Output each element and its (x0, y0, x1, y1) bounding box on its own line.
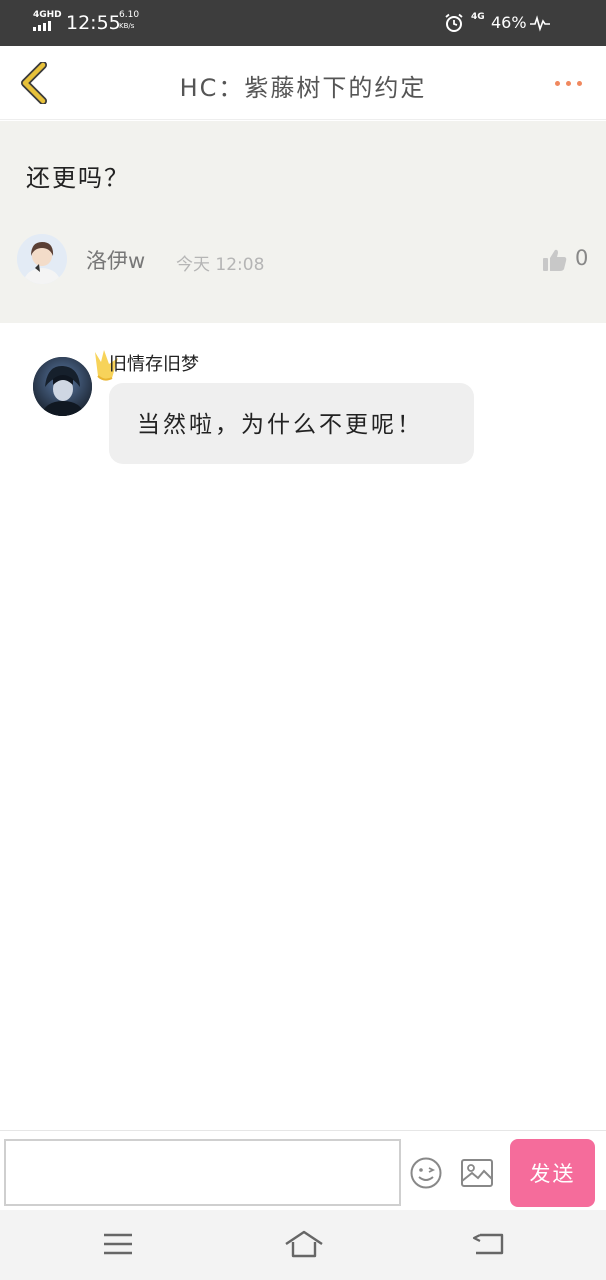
post-author-avatar[interactable] (17, 234, 67, 284)
send-button[interactable]: 发送 (510, 1139, 595, 1207)
post-content: 还更吗？ (26, 164, 130, 192)
alarm-icon (445, 13, 463, 32)
page-title: HC：紫藤树下的约定 (179, 74, 427, 102)
network-type: 4GHD (33, 10, 62, 20)
system-navigation-bar (0, 1210, 606, 1280)
post-time: 今天 12:08 (176, 255, 265, 275)
back-button[interactable] (14, 60, 54, 106)
more-dot (554, 80, 560, 86)
speed-value: 6.10 (119, 10, 140, 20)
comment-input-bar: 发送 (0, 1130, 606, 1210)
post-author-name[interactable]: 洛伊w (86, 245, 145, 275)
reply-author-name[interactable]: 旧情存旧梦 (109, 350, 199, 376)
reply-bubble: 当然啦，为什么不更呢！ (109, 383, 474, 464)
original-post: 还更吗？ 洛伊w 今天 12:08 0 (0, 121, 606, 323)
status-bar: 4GHD 12:55 6.10 KB/s 4G 46% (0, 0, 606, 46)
image-icon[interactable] (459, 1157, 495, 1189)
speed-unit: KB/s (119, 22, 135, 30)
reply-author-avatar[interactable] (33, 357, 92, 416)
back-nav-icon[interactable] (470, 1229, 506, 1259)
pulse-icon (530, 15, 550, 32)
more-dot (576, 80, 582, 86)
battery-level: 46% (491, 13, 527, 32)
network-speed: 6.10 KB/s (119, 10, 139, 32)
avatar-image (33, 357, 92, 416)
signal-icon (33, 21, 51, 31)
thumbs-up-icon[interactable] (542, 247, 568, 273)
chevron-left-icon (21, 62, 47, 104)
network-type-2: 4G (471, 12, 485, 22)
more-dot (565, 80, 571, 86)
clock-time: 12:55 (66, 12, 121, 34)
top-bar: HC：紫藤树下的约定 (0, 46, 606, 120)
reply-text: 当然啦，为什么不更呢！ (137, 412, 423, 438)
home-icon[interactable] (283, 1228, 325, 1260)
avatar-image (17, 234, 67, 284)
menu-icon[interactable] (101, 1229, 135, 1259)
more-options-button[interactable] (548, 70, 588, 96)
comment-input[interactable] (4, 1139, 401, 1206)
emoji-icon[interactable] (409, 1156, 443, 1190)
like-count: 0 (575, 246, 589, 270)
